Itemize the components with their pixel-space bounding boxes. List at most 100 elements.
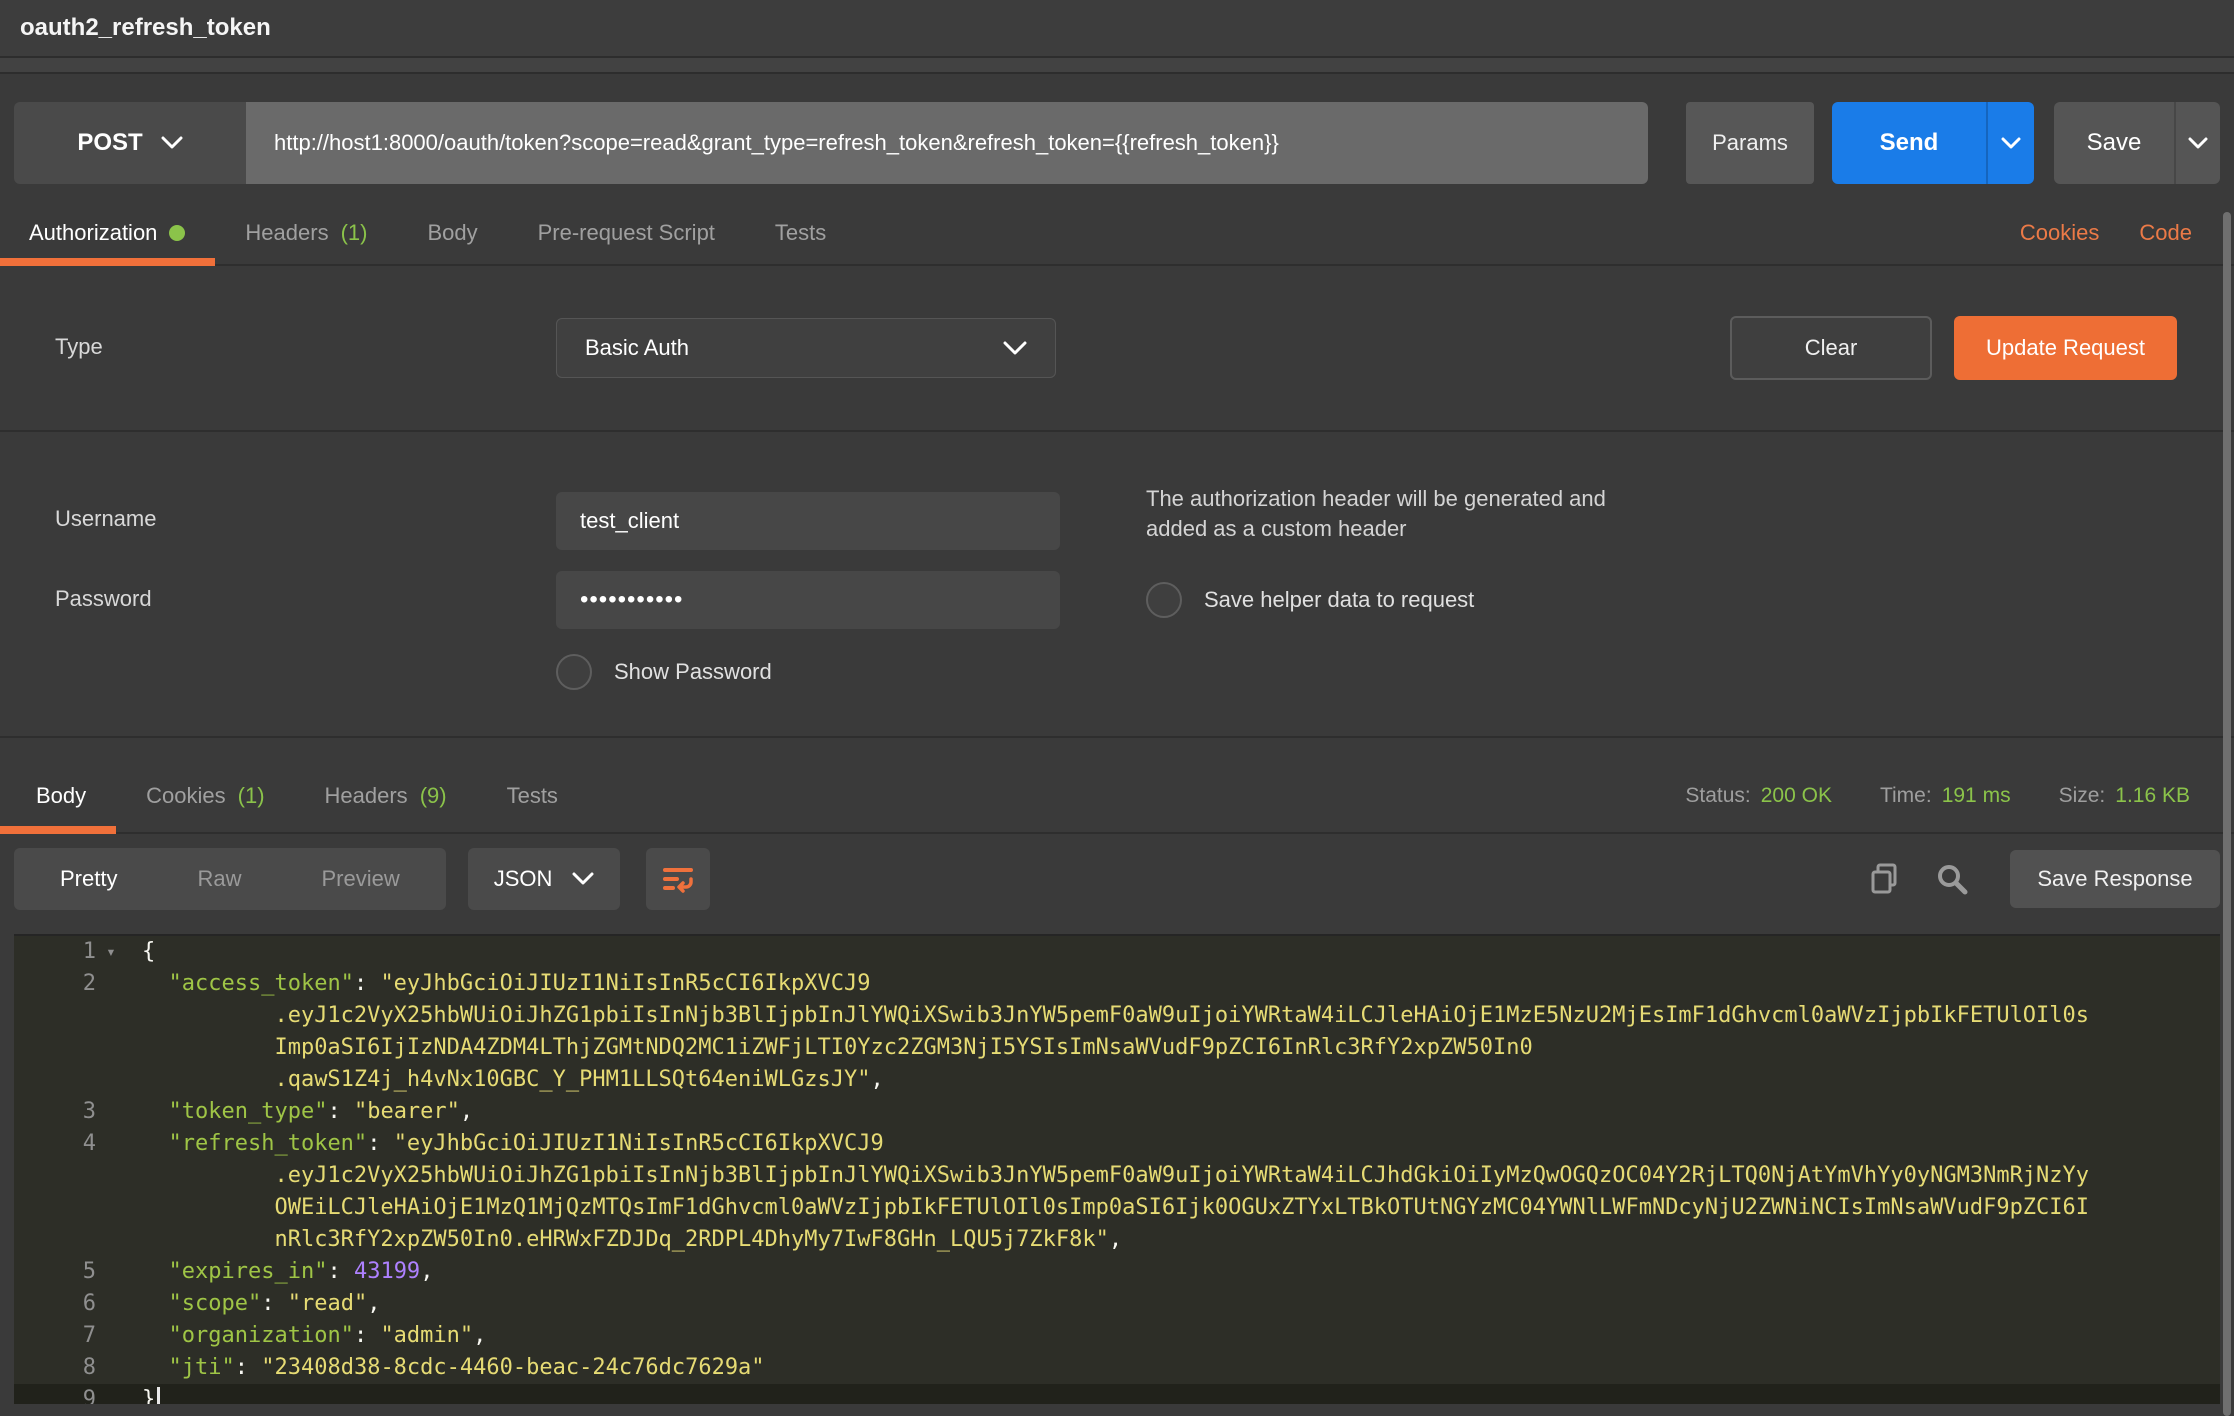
credentials-section: Username Password Show Password The auth… (0, 432, 2234, 738)
status-label: Status: (1685, 784, 1750, 808)
window-scrollbar[interactable] (2223, 212, 2231, 1416)
code-editor[interactable]: 1▾{2 "access_token": "eyJhbGciOiJIUzI1Ni… (14, 934, 2220, 1404)
view-mode-switch: Pretty Raw Preview (14, 848, 446, 910)
method-label: POST (77, 129, 142, 157)
send-button[interactable]: Send (1832, 102, 2034, 184)
size-label: Size: (2059, 784, 2106, 808)
show-password-label: Show Password (614, 659, 772, 685)
response-tab-cookies[interactable]: Cookies (1) (116, 760, 294, 832)
line-number (14, 1192, 126, 1224)
code-line: nRlc3RfY2xpZW50In0.eHRWxFZDJDq_2RDPL4Dhy… (14, 1224, 2220, 1256)
tab-headers-label: Headers (245, 220, 328, 246)
code-line: 1▾{ (14, 936, 2220, 968)
cookies-link[interactable]: Cookies (2020, 220, 2099, 246)
response-tab-tests-label: Tests (507, 783, 558, 809)
response-tab-cookies-label: Cookies (146, 783, 225, 809)
response-tabs: Body Cookies (1) Headers (9) Tests Statu… (0, 760, 2234, 834)
code-line-text: "scope": "read", (126, 1288, 380, 1320)
code-line-text: Imp0aSI6IjIzNDA4ZDM4LThjZGMtNDQ2MC1iZWFj… (126, 1032, 1533, 1064)
method-dropdown[interactable]: POST (14, 102, 246, 184)
code-line-text: .qawS1Z4j_h4vNx10GBC_Y_PHM1LLSQt64eniWLG… (126, 1064, 884, 1096)
tab-body-label: Body (427, 220, 477, 246)
header-strip (0, 58, 2234, 74)
auth-type-value: Basic Auth (585, 335, 689, 361)
time-badge: Time: 191 ms (1880, 784, 2011, 808)
preview-view-button[interactable]: Preview (281, 866, 439, 892)
chevron-down-icon (161, 136, 183, 150)
response-tab-headers[interactable]: Headers (9) (295, 760, 477, 832)
url-input[interactable]: http://host1:8000/oauth/token?scope=read… (246, 102, 1648, 184)
line-number: 3 (14, 1096, 126, 1128)
format-dropdown[interactable]: JSON (468, 848, 621, 910)
line-number: 5 (14, 1256, 126, 1288)
line-number (14, 1224, 126, 1256)
auth-type-select[interactable]: Basic Auth (556, 318, 1056, 378)
line-number: 2 (14, 968, 126, 1000)
wrap-lines-button[interactable] (646, 848, 710, 910)
tab-authorization[interactable]: Authorization (0, 202, 215, 264)
search-button[interactable] (1934, 861, 1970, 897)
line-number: 1▾ (14, 936, 126, 968)
password-label: Password (55, 586, 152, 612)
code-line: 7 "organization": "admin", (14, 1320, 2220, 1352)
line-number: 4 (14, 1128, 126, 1160)
format-value: JSON (494, 866, 553, 892)
send-options-button[interactable] (1986, 102, 2034, 184)
code-line: .qawS1Z4j_h4vNx10GBC_Y_PHM1LLSQt64eniWLG… (14, 1064, 2220, 1096)
clear-button[interactable]: Clear (1730, 316, 1932, 380)
copy-button[interactable] (1868, 861, 1904, 897)
password-field[interactable] (556, 571, 1060, 629)
code-line: 8 "jti": "23408d38-8cdc-4460-beac-24c76d… (14, 1352, 2220, 1384)
tab-headers[interactable]: Headers (1) (215, 202, 397, 264)
raw-view-button[interactable]: Raw (157, 866, 281, 892)
request-tabs: Authorization Headers (1) Body Pre-reque… (0, 202, 2234, 266)
tab-body[interactable]: Body (397, 202, 507, 264)
save-options-button[interactable] (2174, 102, 2220, 184)
tab-tests[interactable]: Tests (745, 202, 856, 264)
pretty-view-button[interactable]: Pretty (20, 866, 157, 892)
response-tab-tests[interactable]: Tests (477, 760, 588, 832)
save-helper-toggle[interactable]: Save helper data to request (1146, 582, 1474, 618)
update-request-button[interactable]: Update Request (1954, 316, 2177, 380)
chevron-down-icon (1003, 341, 1027, 356)
code-line-text: "expires_in": 43199, (126, 1256, 433, 1288)
save-response-button[interactable]: Save Response (2010, 850, 2220, 908)
line-number: 7 (14, 1320, 126, 1352)
code-line-text: { (126, 936, 155, 968)
save-button[interactable]: Save (2054, 102, 2220, 184)
fold-caret-icon[interactable]: ▾ (96, 936, 126, 968)
code-line-text: OWEiLCJleHAiOjE1MzQ1MjQzMTQsImF1dGhvcml0… (126, 1192, 2089, 1224)
show-password-toggle[interactable]: Show Password (556, 654, 772, 690)
response-tab-body[interactable]: Body (0, 760, 116, 832)
chevron-down-icon (2001, 137, 2021, 150)
response-tab-body-label: Body (36, 783, 86, 809)
save-helper-label: Save helper data to request (1204, 587, 1474, 613)
authorization-active-dot (169, 225, 185, 241)
save-label: Save (2054, 102, 2174, 184)
save-helper-radio[interactable] (1146, 582, 1182, 618)
show-password-radio[interactable] (556, 654, 592, 690)
send-label: Send (1832, 102, 1986, 184)
username-field[interactable] (556, 492, 1060, 550)
code-line: .eyJ1c2VyX25hbWUiOiJhZG1pbiIsInNjb3BlIjp… (14, 1000, 2220, 1032)
tab-prerequest-script[interactable]: Pre-request Script (508, 202, 745, 264)
tab-authorization-label: Authorization (29, 220, 157, 246)
copy-icon (1868, 861, 1904, 897)
code-line: 5 "expires_in": 43199, (14, 1256, 2220, 1288)
code-line: 4 "refresh_token": "eyJhbGciOiJIUzI1NiIs… (14, 1128, 2220, 1160)
params-button[interactable]: Params (1686, 102, 1814, 184)
response-tab-headers-count: (9) (420, 783, 447, 809)
code-line: 2 "access_token": "eyJhbGciOiJIUzI1NiIsI… (14, 968, 2220, 1000)
status-badge: Status: 200 OK (1685, 784, 1832, 808)
status-value: 200 OK (1761, 784, 1832, 808)
tab-headers-count: (1) (341, 220, 368, 246)
line-number: 6 (14, 1288, 126, 1320)
code-link[interactable]: Code (2139, 220, 2192, 246)
request-title-bar: oauth2_refresh_token (0, 0, 2234, 58)
text-cursor (157, 1387, 160, 1404)
tabs-right-links: Cookies Code (2020, 202, 2234, 264)
line-number (14, 1032, 126, 1064)
response-tab-cookies-count: (1) (238, 783, 265, 809)
time-value: 191 ms (1942, 784, 2011, 808)
code-line-text: "refresh_token": "eyJhbGciOiJIUzI1NiIsIn… (126, 1128, 884, 1160)
